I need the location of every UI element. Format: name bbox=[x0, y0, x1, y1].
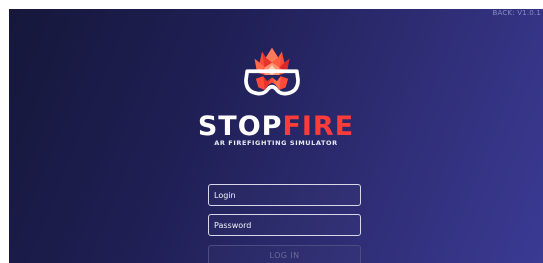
brand-name-stop: STOP bbox=[197, 111, 283, 142]
password-field[interactable] bbox=[208, 214, 361, 236]
app-screen: BACK: V1.0.1 STOPFIRE AR FIREFIGHTING SI… bbox=[0, 0, 543, 263]
login-screen: BACK: V1.0.1 STOPFIRE AR FIREFIGHTING SI… bbox=[9, 9, 543, 263]
login-input[interactable] bbox=[209, 185, 360, 205]
tagline: AR FIREFIGHTING SIMULATOR bbox=[214, 139, 338, 147]
version-label: BACK: V1.0.1 bbox=[492, 9, 541, 17]
login-field[interactable] bbox=[208, 184, 361, 206]
login-button[interactable]: LOG IN bbox=[208, 245, 361, 263]
brand-name-fire: FIRE bbox=[282, 111, 355, 142]
password-input[interactable] bbox=[209, 215, 360, 235]
stopfire-logo-icon bbox=[244, 47, 300, 96]
